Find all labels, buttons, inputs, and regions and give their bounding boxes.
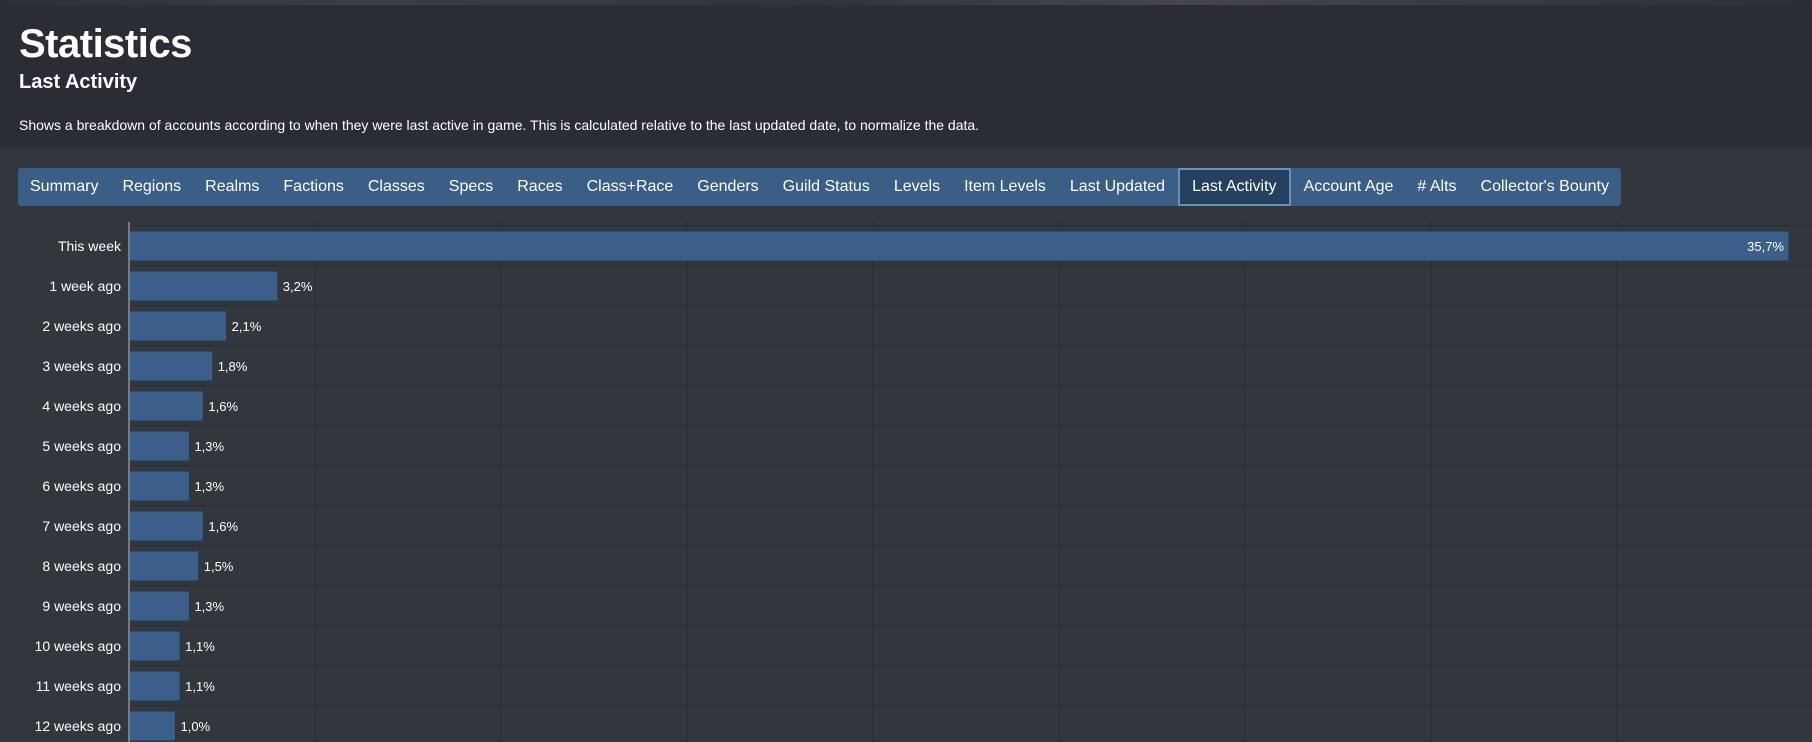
category-label: 9 weeks ago — [42, 598, 121, 614]
last-activity-chart: This week 35,7% 1 week ago 3,2% 2 weeks ago 2… — [35, 222, 1812, 742]
bar-value-label: 1,1% — [185, 639, 215, 654]
bar-value-label: 1,5% — [204, 559, 234, 574]
bar-value-label: 1,6% — [208, 399, 238, 414]
category-label: This week — [58, 238, 122, 254]
stats-tab-bar: Summary Regions Realms Factions Classes Specs… — [18, 168, 1621, 206]
category-label: 12 weeks ago — [35, 718, 122, 734]
category-label: 2 weeks ago — [42, 318, 121, 334]
tab-last-updated[interactable]: Last Updated — [1058, 168, 1177, 206]
bar — [128, 270, 279, 302]
category-label: 10 weeks ago — [35, 638, 122, 654]
tab-account-age[interactable]: Account Age — [1292, 168, 1406, 206]
page-title: Statistics — [19, 22, 192, 66]
tab-regions[interactable]: Regions — [110, 168, 193, 206]
bar — [128, 630, 181, 662]
bar — [128, 470, 190, 502]
bar — [128, 670, 181, 702]
category-label: 7 weeks ago — [42, 518, 121, 534]
tab-collector-s-bounty[interactable]: Collector's Bounty — [1469, 168, 1621, 206]
bar-value-label: 1,3% — [194, 599, 224, 614]
bar — [128, 230, 1790, 262]
category-label: 8 weeks ago — [42, 558, 121, 574]
page-description: Shows a breakdown of accounts according … — [19, 117, 980, 133]
bar — [128, 310, 228, 342]
bar — [128, 550, 200, 582]
tab-alts[interactable]: # Alts — [1405, 168, 1468, 206]
bar-value-label: 2,1% — [232, 319, 262, 334]
category-label: 11 weeks ago — [36, 678, 122, 694]
bar — [128, 430, 190, 462]
tab-classes[interactable]: Classes — [356, 168, 437, 206]
tab-races[interactable]: Races — [505, 168, 574, 206]
tab-item-levels[interactable]: Item Levels — [952, 168, 1058, 206]
bar-value-label: 35,7% — [1747, 239, 1784, 254]
page-header: Statistics Last Activity Shows a breakdo… — [0, 5, 1812, 147]
category-label: 4 weeks ago — [42, 398, 121, 414]
tab-summary[interactable]: Summary — [18, 168, 110, 206]
tab-specs[interactable]: Specs — [437, 168, 505, 206]
bar-value-label: 3,2% — [283, 279, 313, 294]
page-subtitle: Last Activity — [19, 71, 138, 93]
bar — [128, 590, 190, 622]
bar-value-label: 1,3% — [194, 479, 224, 494]
tab-genders[interactable]: Genders — [685, 168, 770, 206]
bar — [128, 390, 204, 422]
tab-realms[interactable]: Realms — [193, 168, 271, 206]
tab-last-activity[interactable]: Last Activity — [1178, 168, 1291, 206]
tab-class-race[interactable]: Class+Race — [575, 168, 686, 206]
category-label: 6 weeks ago — [42, 478, 121, 494]
bar — [128, 350, 214, 382]
bar — [128, 510, 204, 542]
bar-value-label: 1,0% — [180, 719, 210, 734]
bar — [128, 710, 176, 742]
bar-value-label: 1,3% — [194, 439, 224, 454]
category-label: 1 week ago — [49, 278, 121, 294]
tab-factions[interactable]: Factions — [271, 168, 355, 206]
tab-guild-status[interactable]: Guild Status — [771, 168, 882, 206]
category-label: 5 weeks ago — [42, 438, 121, 454]
category-label: 3 weeks ago — [42, 358, 121, 374]
bar-value-label: 1,8% — [218, 359, 248, 374]
bar-value-label: 1,6% — [208, 519, 238, 534]
bar-value-label: 1,1% — [185, 679, 215, 694]
tab-levels[interactable]: Levels — [882, 168, 952, 206]
